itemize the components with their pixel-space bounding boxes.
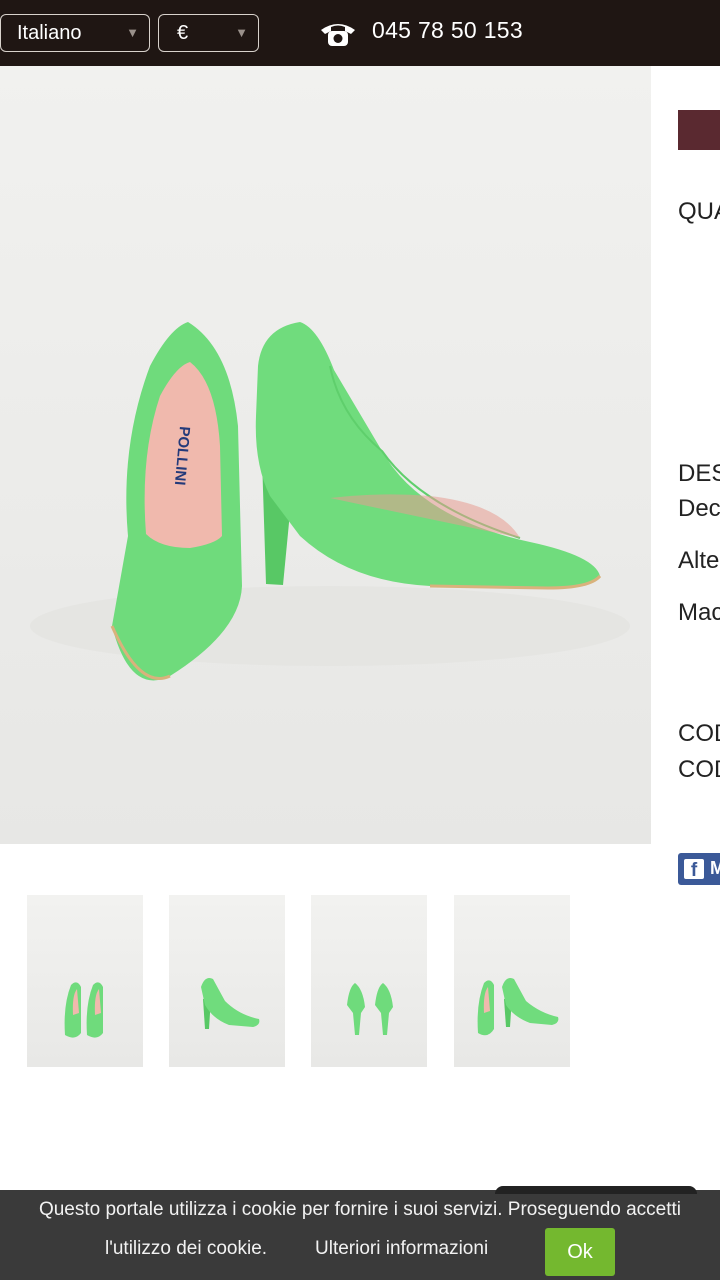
quantity-label: QUA bbox=[678, 198, 720, 225]
language-select[interactable]: Italiano ▼ bbox=[0, 14, 150, 52]
chevron-down-icon: ▼ bbox=[126, 25, 139, 40]
facebook-share-label: M bbox=[710, 858, 720, 878]
shoe-pair-image: POLLINI bbox=[30, 322, 630, 681]
cookie-accept-button[interactable]: Ok bbox=[545, 1228, 615, 1276]
facebook-icon: f bbox=[684, 859, 704, 881]
add-to-cart-button[interactable] bbox=[678, 110, 720, 150]
thumbnail-front[interactable] bbox=[27, 895, 143, 1067]
thumbnail-image bbox=[477, 978, 559, 1036]
product-code-line: COD bbox=[678, 756, 720, 783]
thumbnail-pair[interactable] bbox=[454, 895, 570, 1067]
cookie-text-continued: l'utilizzo dei cookie. bbox=[105, 1238, 268, 1259]
description-line: Mac bbox=[678, 599, 720, 626]
currency-value: € bbox=[177, 22, 189, 44]
top-bar: Italiano ▼ € ▼ 045 78 50 153 bbox=[0, 0, 720, 66]
cookie-more-info-link[interactable]: Ulteriori informazioni bbox=[315, 1238, 488, 1260]
description-heading: DES bbox=[678, 460, 720, 487]
thumbnail-image bbox=[201, 978, 260, 1029]
chat-tab[interactable] bbox=[495, 1186, 697, 1194]
language-value: Italiano bbox=[17, 22, 82, 44]
facebook-share-button[interactable]: f M bbox=[678, 853, 720, 885]
description-line: Alte bbox=[678, 547, 720, 574]
cookie-text: Questo portale utilizza i cookie per for… bbox=[38, 1199, 682, 1220]
product-main-image[interactable]: POLLINI bbox=[0, 66, 651, 844]
description-line: Dec bbox=[678, 495, 720, 522]
chevron-down-icon: ▼ bbox=[235, 25, 248, 40]
thumbnail-image bbox=[64, 982, 103, 1038]
product-code-line: COD bbox=[678, 720, 720, 747]
phone-icon bbox=[321, 24, 355, 46]
thumbnail-image bbox=[347, 983, 393, 1035]
phone-number-link[interactable]: 045 78 50 153 bbox=[372, 17, 523, 44]
thumbnail-back[interactable] bbox=[311, 895, 427, 1067]
product-details-panel: QUA DES Dec Alte Mac COD COD f M bbox=[651, 66, 720, 1190]
thumbnail-side[interactable] bbox=[169, 895, 285, 1067]
cookie-banner: Questo portale utilizza i cookie per for… bbox=[0, 1186, 720, 1280]
currency-select[interactable]: € ▼ bbox=[158, 14, 259, 52]
